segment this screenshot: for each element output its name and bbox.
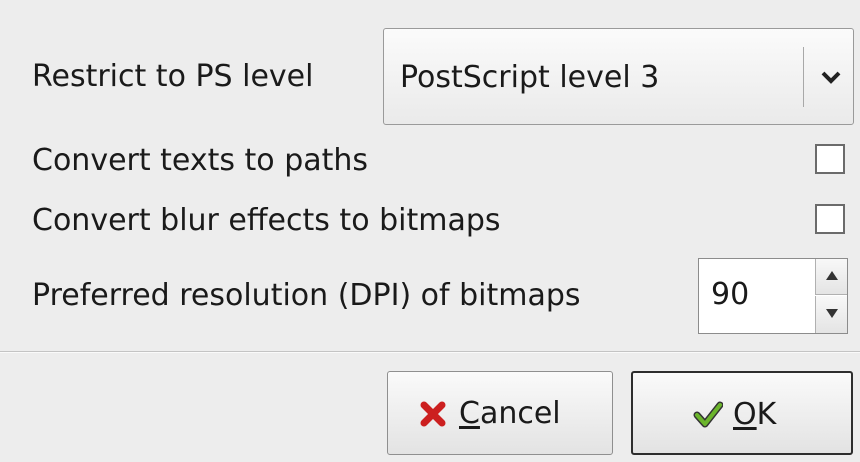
blur-to-bitmaps-checkbox[interactable] xyxy=(815,204,845,234)
checkmark-icon xyxy=(693,401,723,428)
ok-button[interactable]: OK xyxy=(631,371,853,455)
ps-level-label: Restrict to PS level xyxy=(32,59,314,94)
spin-up-button[interactable] xyxy=(815,259,847,295)
chevron-down-icon xyxy=(821,71,841,84)
ps-level-value: PostScript level 3 xyxy=(400,60,660,95)
dialog-divider xyxy=(0,351,860,353)
triangle-down-icon xyxy=(826,309,838,318)
spin-down-button[interactable] xyxy=(815,296,847,333)
ok-label: OK xyxy=(733,397,777,432)
cancel-x-icon xyxy=(420,401,446,427)
ps-level-combobox[interactable]: PostScript level 3 xyxy=(383,28,854,125)
resolution-value: 90 xyxy=(711,277,750,312)
resolution-spinbox[interactable]: 90 xyxy=(698,258,848,334)
cancel-button[interactable]: Cancel xyxy=(387,371,613,455)
blur-to-bitmaps-label: Convert blur effects to bitmaps xyxy=(32,203,501,238)
texts-to-paths-checkbox[interactable] xyxy=(815,144,845,174)
resolution-label: Preferred resolution (DPI) of bitmaps xyxy=(32,278,581,313)
cancel-label: Cancel xyxy=(459,396,561,431)
export-ps-dialog: Restrict to PS level PostScript level 3 … xyxy=(0,0,860,462)
triangle-up-icon xyxy=(826,271,838,280)
combo-separator xyxy=(803,47,804,107)
texts-to-paths-label: Convert texts to paths xyxy=(32,143,369,178)
